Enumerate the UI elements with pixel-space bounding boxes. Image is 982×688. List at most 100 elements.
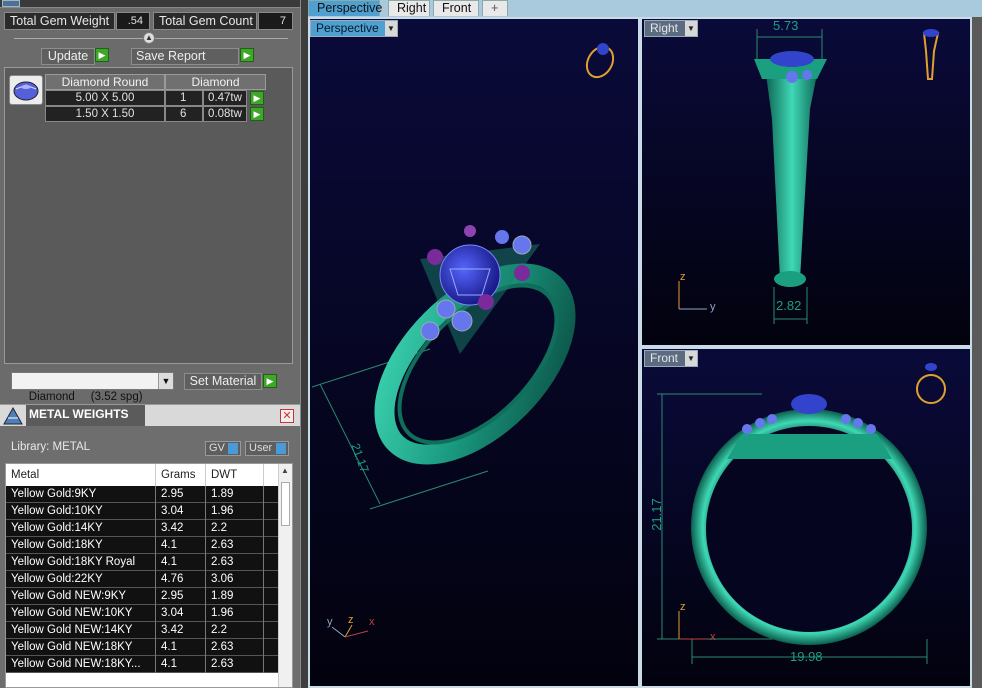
cell-grams: 4.1 [156,554,206,571]
cell-dwt: 1.89 [206,486,264,503]
close-icon[interactable]: ✕ [280,409,294,423]
view-tabs: Perspective Right Front + [308,0,982,17]
collapse-icon[interactable]: ▲ [143,32,155,44]
scroll-thumb[interactable] [281,482,290,526]
cell-dwt: 3.06 [206,571,264,588]
perspective-viewport[interactable]: Perspective ▼ 21.17 y z x [308,17,640,688]
gem-count: 6 [165,106,203,122]
cell-dwt: 1.96 [206,503,264,520]
cell-dwt: 2.63 [206,537,264,554]
metal-weights-title: METAL WEIGHTS [26,405,145,427]
dimension-label: 5.73 [773,18,799,33]
user-toggle-label: User [249,442,273,454]
total-gem-weight-value: .54 [116,12,150,30]
cell-grams: 4.1 [156,537,206,554]
cell-grams: 4.1 [156,656,206,673]
cell-dwt: 2.2 [206,520,264,537]
table-row[interactable]: Yellow Gold NEW:18KY 4.1 2.63 [6,639,278,656]
toggle-indicator-icon [276,443,286,454]
cell-dwt: 1.96 [206,605,264,622]
axis-z-label: z [680,601,686,613]
gem-size: 1.50 X 1.50 [45,106,165,122]
update-button[interactable]: Update [41,48,95,65]
dimension-label: 19.98 [790,649,823,664]
material-select[interactable]: Diamond (3.52 spg) ▼ [11,372,174,403]
total-gem-count-label: Total Gem Count [153,12,257,30]
cell-dwt: 2.2 [206,622,264,639]
metal-weights-table: Metal Grams DWT Yellow Gold:9KY 2.95 1.89 Y… [5,463,293,688]
gem-list: Diamond Round Diamond 5.00 X 5.00 1 0.47… [4,67,293,364]
table-row[interactable]: Yellow Gold:22KY 4.76 3.06 [6,571,278,588]
tab-perspective[interactable]: Perspective [308,0,382,16]
user-toggle[interactable]: User [245,441,289,456]
gem-weight: 0.08tw [203,106,247,122]
set-material-arrow-icon[interactable]: ▶ [263,374,277,388]
table-row[interactable]: Yellow Gold NEW:14KY 3.42 2.2 [6,622,278,639]
update-arrow-icon[interactable]: ▶ [95,48,109,62]
perspective-ring-render [311,43,615,638]
gem-shape-header: Diamond Round [45,74,165,90]
front-ring-render [657,363,946,664]
table-row[interactable]: Yellow Gold:18KY Royal 4.1 2.63 [6,554,278,571]
cell-metal: Yellow Gold:18KY Royal [6,554,156,571]
library-label: Library: METAL [11,441,91,453]
gem-type-header: Diamond [165,74,266,90]
table-row[interactable]: Yellow Gold:10KY 3.04 1.96 [6,503,278,520]
table-row[interactable]: Yellow Gold NEW:18KY... 4.1 2.63 [6,656,278,673]
column-header-grams[interactable]: Grams [156,464,206,486]
right-viewport[interactable]: Right ▼ 5.73 2.82 z y [640,17,972,347]
gv-toggle[interactable]: GV [205,441,241,456]
axis-z-label: z [348,614,354,626]
cell-grams: 2.95 [156,588,206,605]
tab-right[interactable]: Right [388,0,430,16]
gem-row-arrow-icon[interactable]: ▶ [250,107,264,121]
save-report-button[interactable]: Save Report [131,48,239,65]
save-report-arrow-icon[interactable]: ▶ [240,48,254,62]
axis-x-label: x [369,616,375,628]
chevron-down-icon[interactable]: ▼ [158,373,173,389]
cell-grams: 3.42 [156,622,206,639]
cell-grams: 4.1 [156,639,206,656]
cell-metal: Yellow Gold NEW:18KY [6,639,156,656]
front-viewport[interactable]: Front ▼ 21.17 19.98 z x [640,347,972,688]
toggle-indicator-icon [228,443,238,454]
cell-metal: Yellow Gold:14KY [6,520,156,537]
table-row[interactable]: Yellow Gold:18KY 4.1 2.63 [6,537,278,554]
column-header-metal[interactable]: Metal [6,464,156,486]
cell-metal: Yellow Gold:9KY [6,486,156,503]
tab-front[interactable]: Front [433,0,479,16]
dimension-label: 21.17 [648,498,664,531]
gem-count: 1 [165,90,203,106]
cell-grams: 3.04 [156,605,206,622]
table-row[interactable]: Yellow Gold:9KY 2.95 1.89 [6,486,278,503]
cell-grams: 3.42 [156,520,206,537]
cell-grams: 4.76 [156,571,206,588]
set-material-button[interactable]: Set Material [184,373,262,390]
diamond-icon[interactable] [9,75,43,105]
gv-toggle-label: GV [209,442,225,454]
scrollbar[interactable]: ▲ [278,464,292,687]
right-ring-render [678,29,940,324]
cell-metal: Yellow Gold:22KY [6,571,156,588]
column-header-dwt[interactable]: DWT [206,464,264,486]
cell-dwt: 1.89 [206,588,264,605]
panel-menu-icon[interactable] [2,0,20,7]
axis-x-label: x [710,631,716,643]
axis-y-label: y [327,616,333,628]
add-tab-icon[interactable]: + [482,0,508,16]
gem-row-arrow-icon[interactable]: ▶ [250,91,264,105]
cell-metal: Yellow Gold NEW:10KY [6,605,156,622]
cell-metal: Yellow Gold NEW:9KY [6,588,156,605]
table-header: Metal Grams DWT [6,464,278,486]
axis-y-label: y [710,301,716,313]
dimension-label: 2.82 [776,298,802,313]
panel-title-strip [0,0,300,8]
cell-metal: Yellow Gold NEW:18KY... [6,656,156,673]
table-row[interactable]: Yellow Gold NEW:9KY 2.95 1.89 [6,588,278,605]
cell-dwt: 2.63 [206,554,264,571]
table-row[interactable]: Yellow Gold:14KY 3.42 2.2 [6,520,278,537]
scroll-up-icon[interactable]: ▲ [281,466,290,476]
panel-splitter[interactable] [300,0,308,688]
table-row[interactable]: Yellow Gold NEW:10KY 3.04 1.96 [6,605,278,622]
gem-weight: 0.47tw [203,90,247,106]
